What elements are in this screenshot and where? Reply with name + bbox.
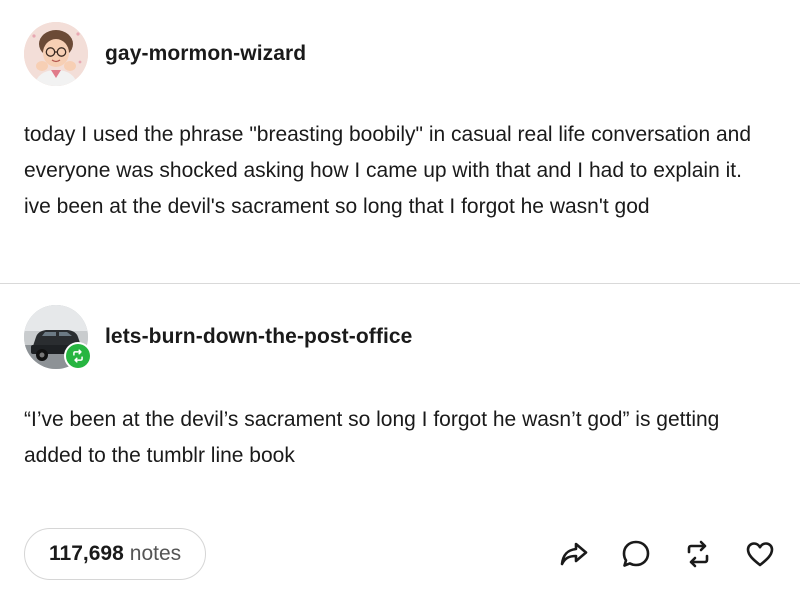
reblog-author-username[interactable]: lets-burn-down-the-post-office — [105, 325, 412, 349]
like-button[interactable] — [742, 536, 778, 572]
share-button[interactable] — [556, 536, 592, 572]
reblog-icon — [73, 349, 83, 363]
reply-icon — [622, 540, 650, 567]
avatar[interactable] — [24, 22, 88, 86]
reblog-body: “I’ve been at the devil’s sacrament so l… — [24, 408, 720, 467]
reblog-badge-circle — [66, 344, 90, 368]
divider — [0, 283, 800, 284]
post-header: gay-mormon-wizard — [24, 22, 306, 86]
post-actions — [0, 536, 800, 576]
cartoon-person-avatar-icon — [24, 22, 88, 86]
reblog-icon — [687, 540, 709, 568]
share-icon — [560, 542, 588, 566]
reply-button[interactable] — [618, 536, 654, 572]
heart-icon — [746, 542, 774, 567]
reblog-badge — [64, 342, 92, 370]
post-author-username[interactable]: gay-mormon-wizard — [105, 42, 306, 66]
post-body: today I used the phrase "breasting boobi… — [24, 123, 752, 218]
reblog-button[interactable] — [680, 536, 716, 572]
